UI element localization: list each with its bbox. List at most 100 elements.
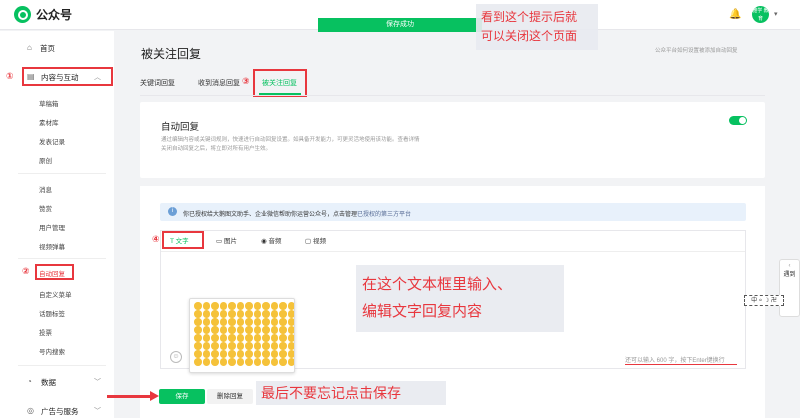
- emoji-item[interactable]: [262, 334, 270, 342]
- emoji-picker[interactable]: [189, 298, 295, 373]
- emoji-item[interactable]: [253, 302, 261, 310]
- sidebar-item-published[interactable]: 发表记录: [39, 136, 65, 146]
- chevron-down-icon[interactable]: ﹀: [94, 406, 101, 416]
- emoji-item[interactable]: [236, 310, 244, 318]
- editor-tab-image[interactable]: ▭ 图片: [216, 235, 237, 245]
- emoji-item[interactable]: [245, 318, 253, 326]
- bell-icon[interactable]: 🔔: [729, 9, 741, 20]
- emoji-item[interactable]: [236, 326, 244, 334]
- emoji-item[interactable]: [219, 318, 227, 326]
- emoji-item[interactable]: [245, 350, 253, 358]
- emoji-item[interactable]: [287, 358, 294, 366]
- auto-reply-toggle[interactable]: [729, 116, 747, 125]
- emoji-item[interactable]: [253, 326, 261, 334]
- emoji-item[interactable]: [279, 358, 287, 366]
- logo[interactable]: 公众号: [14, 6, 72, 23]
- emoji-item[interactable]: [270, 350, 278, 358]
- emoji-item[interactable]: [194, 350, 202, 358]
- emoji-item[interactable]: [245, 334, 253, 342]
- emoji-item[interactable]: [202, 302, 210, 310]
- emoji-item[interactable]: [228, 326, 236, 334]
- editor-tab-video[interactable]: ▢ 视频: [305, 235, 326, 245]
- emoji-item[interactable]: [194, 342, 202, 350]
- emoji-item[interactable]: [279, 334, 287, 342]
- emoji-item[interactable]: [245, 358, 253, 366]
- emoji-item[interactable]: [245, 302, 253, 310]
- emoji-item[interactable]: [236, 342, 244, 350]
- emoji-item[interactable]: [262, 326, 270, 334]
- sidebar-section-data[interactable]: 数据: [41, 377, 56, 388]
- emoji-item[interactable]: [253, 318, 261, 326]
- emoji-item[interactable]: [228, 318, 236, 326]
- emoji-item[interactable]: [194, 302, 202, 310]
- emoji-item[interactable]: [287, 334, 294, 342]
- emoji-item[interactable]: [202, 350, 210, 358]
- emoji-item[interactable]: [194, 334, 202, 342]
- sidebar-item-danmaku[interactable]: 视频弹幕: [39, 241, 65, 251]
- emoji-item[interactable]: [262, 318, 270, 326]
- chevron-up-icon[interactable]: ︿: [94, 72, 101, 82]
- emoji-item[interactable]: [253, 342, 261, 350]
- emoji-item[interactable]: [194, 326, 202, 334]
- emoji-item[interactable]: [279, 318, 287, 326]
- emoji-item[interactable]: [219, 326, 227, 334]
- sidebar-section-content[interactable]: 内容与互动: [41, 72, 79, 83]
- notice-link[interactable]: 已授权的第三方平台: [357, 212, 411, 218]
- sidebar-item-original[interactable]: 原创: [39, 155, 52, 165]
- emoji-item[interactable]: [287, 326, 294, 334]
- help-link[interactable]: 公众平台如何设置被添加自动回复: [655, 46, 738, 54]
- sidebar-item-topic-tags[interactable]: 话题标签: [39, 308, 65, 318]
- emoji-item[interactable]: [211, 342, 219, 350]
- sidebar-item-users[interactable]: 用户管理: [39, 222, 65, 232]
- ime-toolbar[interactable]: 中 ⸰ ☽ 卍: [744, 295, 784, 306]
- emoji-item[interactable]: [219, 310, 227, 318]
- emoji-item[interactable]: [219, 342, 227, 350]
- emoji-item[interactable]: [262, 302, 270, 310]
- emoji-item[interactable]: [211, 334, 219, 342]
- emoji-item[interactable]: [211, 310, 219, 318]
- sidebar-item-custom-menu[interactable]: 自定义菜单: [39, 289, 72, 299]
- emoji-item[interactable]: [270, 318, 278, 326]
- emoji-item[interactable]: [253, 310, 261, 318]
- emoji-item[interactable]: [219, 350, 227, 358]
- emoji-item[interactable]: [279, 326, 287, 334]
- emoji-item[interactable]: [287, 310, 294, 318]
- chevron-down-icon[interactable]: ﹀: [94, 377, 101, 387]
- emoji-item[interactable]: [228, 342, 236, 350]
- emoji-item[interactable]: [194, 310, 202, 318]
- sidebar-item-auto-reply[interactable]: 自动回复: [39, 268, 65, 278]
- emoji-item[interactable]: [202, 326, 210, 334]
- emoji-item[interactable]: [202, 358, 210, 366]
- emoji-item[interactable]: [253, 334, 261, 342]
- emoji-item[interactable]: [211, 318, 219, 326]
- emoji-item[interactable]: [245, 326, 253, 334]
- chevron-down-icon[interactable]: ▾: [774, 10, 778, 18]
- emoji-item[interactable]: [270, 342, 278, 350]
- chevron-left-icon[interactable]: ‹: [780, 263, 799, 269]
- sidebar-item-materials[interactable]: 素材库: [39, 117, 59, 127]
- sidebar-item-drafts[interactable]: 草稿箱: [39, 98, 59, 108]
- emoji-item[interactable]: [202, 342, 210, 350]
- delete-reply-button[interactable]: 删除回复: [207, 389, 253, 404]
- emoji-item[interactable]: [202, 310, 210, 318]
- emoji-icon[interactable]: ☺: [170, 351, 182, 363]
- emoji-item[interactable]: [211, 350, 219, 358]
- emoji-item[interactable]: [287, 302, 294, 310]
- emoji-item[interactable]: [236, 318, 244, 326]
- emoji-item[interactable]: [211, 358, 219, 366]
- emoji-item[interactable]: [270, 334, 278, 342]
- floating-help-panel[interactable]: ‹ 遇到: [779, 259, 800, 317]
- emoji-item[interactable]: [236, 350, 244, 358]
- emoji-item[interactable]: [228, 302, 236, 310]
- sidebar-item-messages[interactable]: 消息: [39, 184, 52, 194]
- emoji-item[interactable]: [270, 302, 278, 310]
- emoji-item[interactable]: [270, 326, 278, 334]
- sidebar-item-search[interactable]: 号内搜索: [39, 346, 65, 356]
- emoji-item[interactable]: [236, 302, 244, 310]
- emoji-item[interactable]: [211, 302, 219, 310]
- emoji-item[interactable]: [270, 358, 278, 366]
- emoji-item[interactable]: [194, 358, 202, 366]
- emoji-item[interactable]: [219, 302, 227, 310]
- emoji-item[interactable]: [287, 350, 294, 358]
- emoji-item[interactable]: [202, 318, 210, 326]
